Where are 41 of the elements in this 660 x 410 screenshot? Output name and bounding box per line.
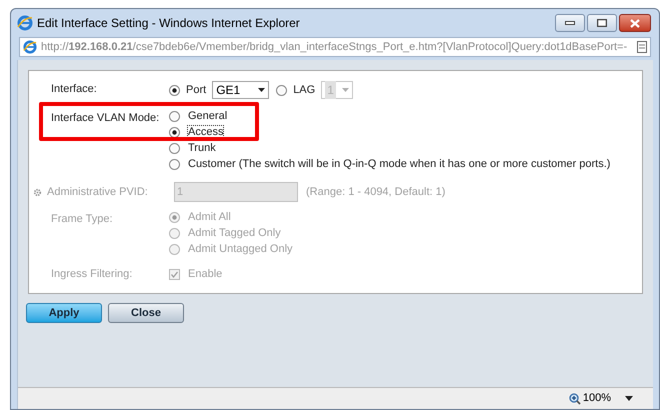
- option-label[interactable]: Customer (The switch will be in Q-in-Q mode when it has one or more customer ports.): [188, 158, 610, 171]
- browser-icon: [23, 40, 37, 54]
- radio-button[interactable]: [169, 159, 180, 170]
- minimize-icon: [565, 21, 575, 25]
- option-label[interactable]: General: [188, 110, 228, 123]
- close-icon: [630, 18, 640, 28]
- maximize-button[interactable]: [587, 14, 617, 32]
- browser-icon: [17, 15, 33, 31]
- minimize-button[interactable]: [555, 14, 585, 32]
- range-hint: (Range: 1 - 4094, Default: 1): [306, 184, 446, 200]
- field-label: Frame Type:: [51, 212, 114, 227]
- option-label: Admit All: [188, 210, 231, 226]
- zoom-level[interactable]: 100%: [582, 390, 611, 407]
- option-label: Admit Tagged Only: [188, 226, 281, 242]
- window-title: Edit Interface Setting - Windows Internet Explorer: [37, 15, 300, 32]
- url-text: http://192.168.0.21/cse7bdeb6e/Vmember/bridg_vlan_interfaceStngs_Port_e.htm?[VlanProtocol]Query:dot1dBasePort=-: [41, 40, 628, 55]
- option-label: Admit Untagged Only: [188, 242, 293, 258]
- field-label: Interface VLAN Mode:: [51, 111, 160, 126]
- radio-button[interactable]: [169, 127, 180, 138]
- close-window-button[interactable]: [619, 14, 651, 32]
- caret-icon: [342, 88, 349, 92]
- close-button[interactable]: Close: [108, 303, 184, 323]
- option-label: LAG: [293, 82, 316, 98]
- zoom-icon: [568, 392, 581, 404]
- field-label: Ingress Filtering:: [51, 267, 134, 282]
- option-label: Port: [186, 82, 206, 98]
- option-label[interactable]: Trunk: [188, 142, 216, 155]
- radio-button[interactable]: [169, 143, 180, 154]
- dropdown-arrow-icon[interactable]: [625, 396, 633, 401]
- caret-icon: [258, 88, 266, 92]
- dropdown[interactable]: GE1: [212, 81, 270, 99]
- field-label: Interface:: [51, 82, 98, 97]
- page-icon: [637, 41, 647, 53]
- gear-icon: [33, 188, 42, 196]
- checkbox-label: Enable: [188, 267, 222, 282]
- option-label[interactable]: Access: [188, 126, 224, 139]
- field-label: Administrative PVID:: [47, 184, 149, 200]
- apply-button[interactable]: Apply: [26, 303, 102, 323]
- radio-button[interactable]: [169, 111, 180, 122]
- maximize-icon: [597, 19, 607, 27]
- radio-button[interactable]: [169, 84, 180, 96]
